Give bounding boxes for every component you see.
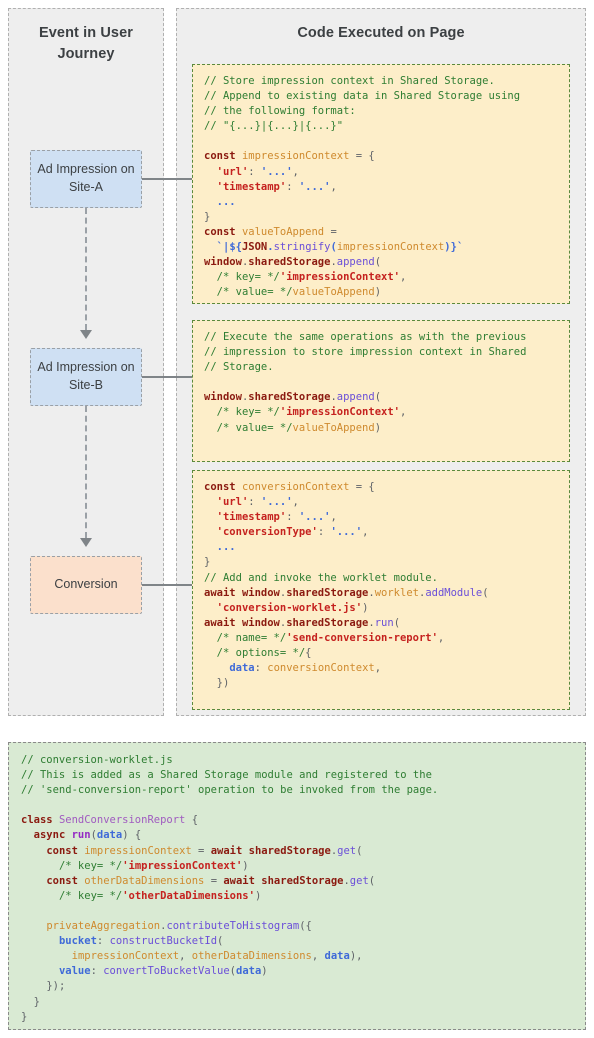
flow-step-label: Conversion xyxy=(54,577,118,592)
code-block-conversion-worklet: // conversion-worklet.js // This is adde… xyxy=(8,742,586,1030)
connector-arrowhead-b-to-conversion xyxy=(80,538,92,547)
journey-code-region: Event in User Journey Code Executed on P… xyxy=(0,0,594,724)
flow-step-conversion: Conversion xyxy=(30,556,142,614)
flow-step-label: Ad Impression on Site-B xyxy=(37,360,135,392)
journey-panel-title: Event in User Journey xyxy=(39,25,133,63)
code-block-impression-site-b: // Execute the same operations as with t… xyxy=(192,320,570,462)
code-panel-title: Code Executed on Page xyxy=(297,25,465,41)
connector-line-a-to-b xyxy=(85,208,87,330)
code-block-impression-site-a: // Store impression context in Shared St… xyxy=(192,64,570,304)
flow-step-label: Ad Impression on Site-A xyxy=(37,162,135,194)
flow-step-ad-impression-site-a: Ad Impression on Site-A xyxy=(30,150,142,208)
connector-line-step3-to-code3 xyxy=(142,584,197,586)
code-block-conversion: const conversionContext = { 'url': '...'… xyxy=(192,470,570,710)
connector-line-step2-to-code2 xyxy=(142,376,197,378)
connector-line-step1-to-code1 xyxy=(142,178,197,180)
connector-arrowhead-a-to-b xyxy=(80,330,92,339)
connector-line-b-to-conversion xyxy=(85,406,87,538)
flow-step-ad-impression-site-b: Ad Impression on Site-B xyxy=(30,348,142,406)
